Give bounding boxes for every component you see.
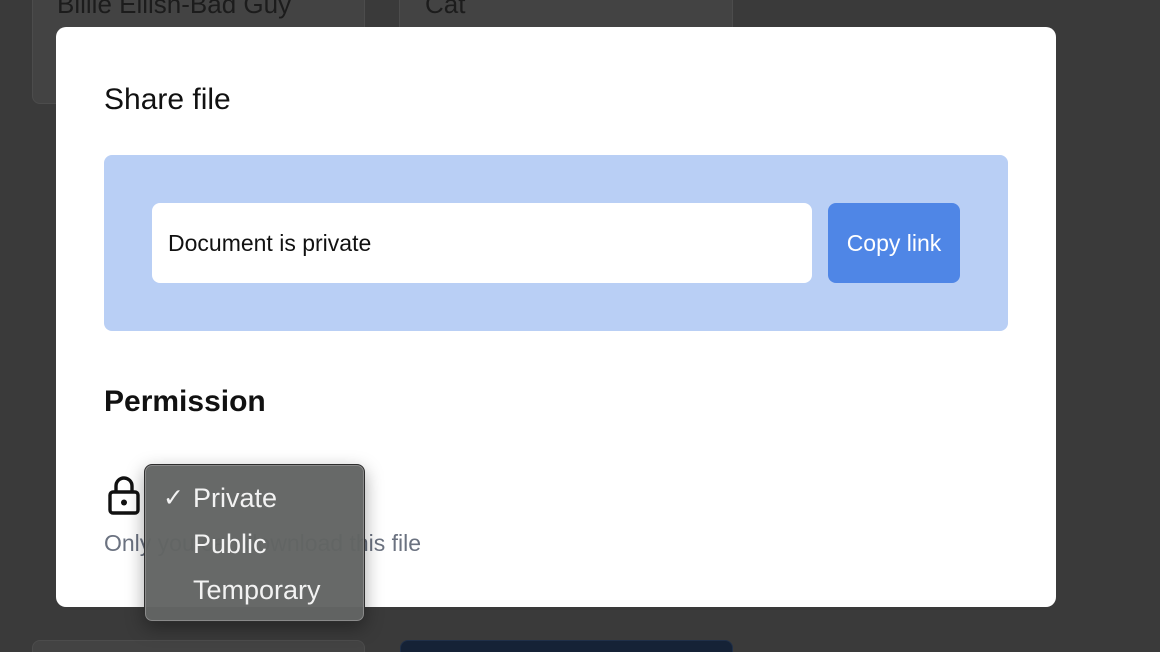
share-link-panel: Copy link <box>104 155 1008 331</box>
background-card-title: Cat <box>425 0 466 19</box>
permission-section-title: Permission <box>104 385 266 418</box>
permission-option-private[interactable]: ✓ Private <box>145 475 364 521</box>
permission-option-public[interactable]: Public <box>145 521 364 567</box>
permission-dropdown-menu: ✓ Private Public Temporary <box>144 464 365 622</box>
background-card <box>32 640 365 652</box>
modal-title: Share file <box>104 83 231 116</box>
background-card <box>400 640 733 652</box>
copy-link-button[interactable]: Copy link <box>828 203 960 283</box>
permission-option-label: Temporary <box>193 575 321 605</box>
permission-option-label: Public <box>193 529 267 559</box>
share-link-field[interactable] <box>152 203 812 283</box>
permission-option-temporary[interactable]: Temporary <box>145 567 364 613</box>
permission-option-label: Private <box>193 483 278 513</box>
background-card-title: Billie Eilish-Bad Guy <box>57 0 292 19</box>
checkmark-icon: ✓ <box>163 484 184 512</box>
lock-icon <box>108 476 140 515</box>
